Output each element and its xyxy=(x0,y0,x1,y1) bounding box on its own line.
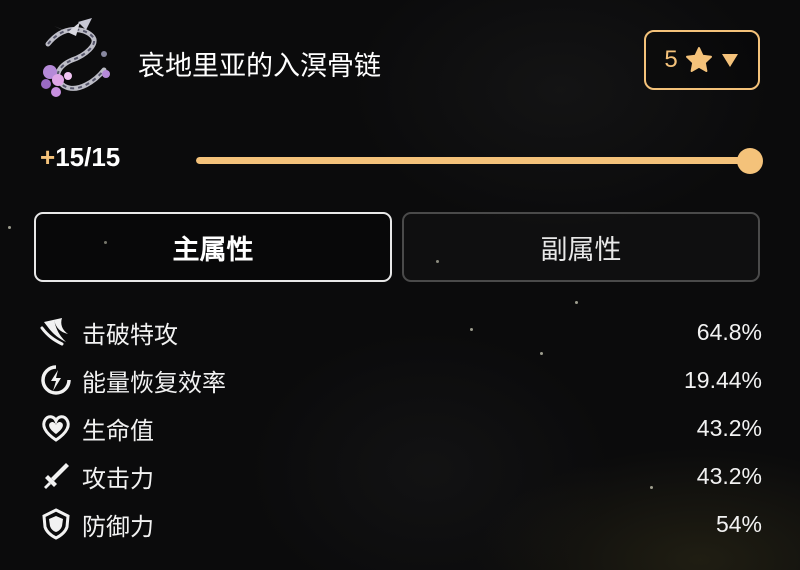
stat-value: 64.8% xyxy=(696,318,762,345)
shield-defense-icon xyxy=(42,508,70,540)
heart-hp-icon xyxy=(42,415,70,442)
slider-track xyxy=(196,157,750,164)
level-row: +15/15 xyxy=(40,140,763,180)
stat-name: 能量恢复效率 xyxy=(82,368,226,397)
attribute-tabs: 主属性 副属性 xyxy=(34,212,760,282)
stat-name: 攻击力 xyxy=(82,464,154,493)
level-text: 15/15 xyxy=(55,142,121,172)
particle xyxy=(575,301,578,304)
sword-attack-icon xyxy=(44,463,69,489)
stat-row-defense: 防御力 54% xyxy=(40,500,762,548)
stat-row-energy-regen: 能量恢复效率 19.44% xyxy=(40,356,762,404)
particle xyxy=(8,226,11,229)
tab-main-stats[interactable]: 主属性 xyxy=(34,212,392,282)
triangle-down-icon xyxy=(721,54,738,67)
stat-row-hp: 生命值 43.2% xyxy=(40,404,762,452)
tab-sub-stats[interactable]: 副属性 xyxy=(402,212,760,282)
rarity-dropdown-button[interactable]: 5 xyxy=(644,30,760,90)
stat-name: 防御力 xyxy=(82,512,154,541)
stat-value: 43.2% xyxy=(696,462,762,489)
item-title: 哀地里亚的入溟骨链 xyxy=(138,51,381,82)
level-plus: + xyxy=(40,142,56,172)
stat-row-break-attack: 击破特攻 64.8% xyxy=(40,308,762,356)
level-label: +15/15 xyxy=(40,142,120,173)
slider-fill xyxy=(196,157,750,164)
stat-row-attack: 攻击力 43.2% xyxy=(40,452,762,500)
stat-value: 19.44% xyxy=(683,366,762,393)
stat-value: 54% xyxy=(715,510,762,537)
stat-value: 43.2% xyxy=(696,414,762,441)
item-header: 哀地里亚的入溟骨链 5 xyxy=(34,14,764,110)
stat-name: 生命值 xyxy=(82,416,154,445)
bone-chain-flower-icon xyxy=(41,18,110,97)
stat-name: 击破特攻 xyxy=(82,320,178,349)
break-attack-icon xyxy=(40,318,68,346)
level-slider[interactable] xyxy=(196,148,763,174)
star-icon xyxy=(685,47,712,72)
energy-regen-icon xyxy=(41,365,71,395)
slider-thumb[interactable] xyxy=(737,148,763,174)
stat-list: 击破特攻 64.8% 能量恢复效率 19.44% 生命值 43.2% 攻击力 4… xyxy=(40,308,762,548)
rarity-value: 5 xyxy=(664,46,678,73)
